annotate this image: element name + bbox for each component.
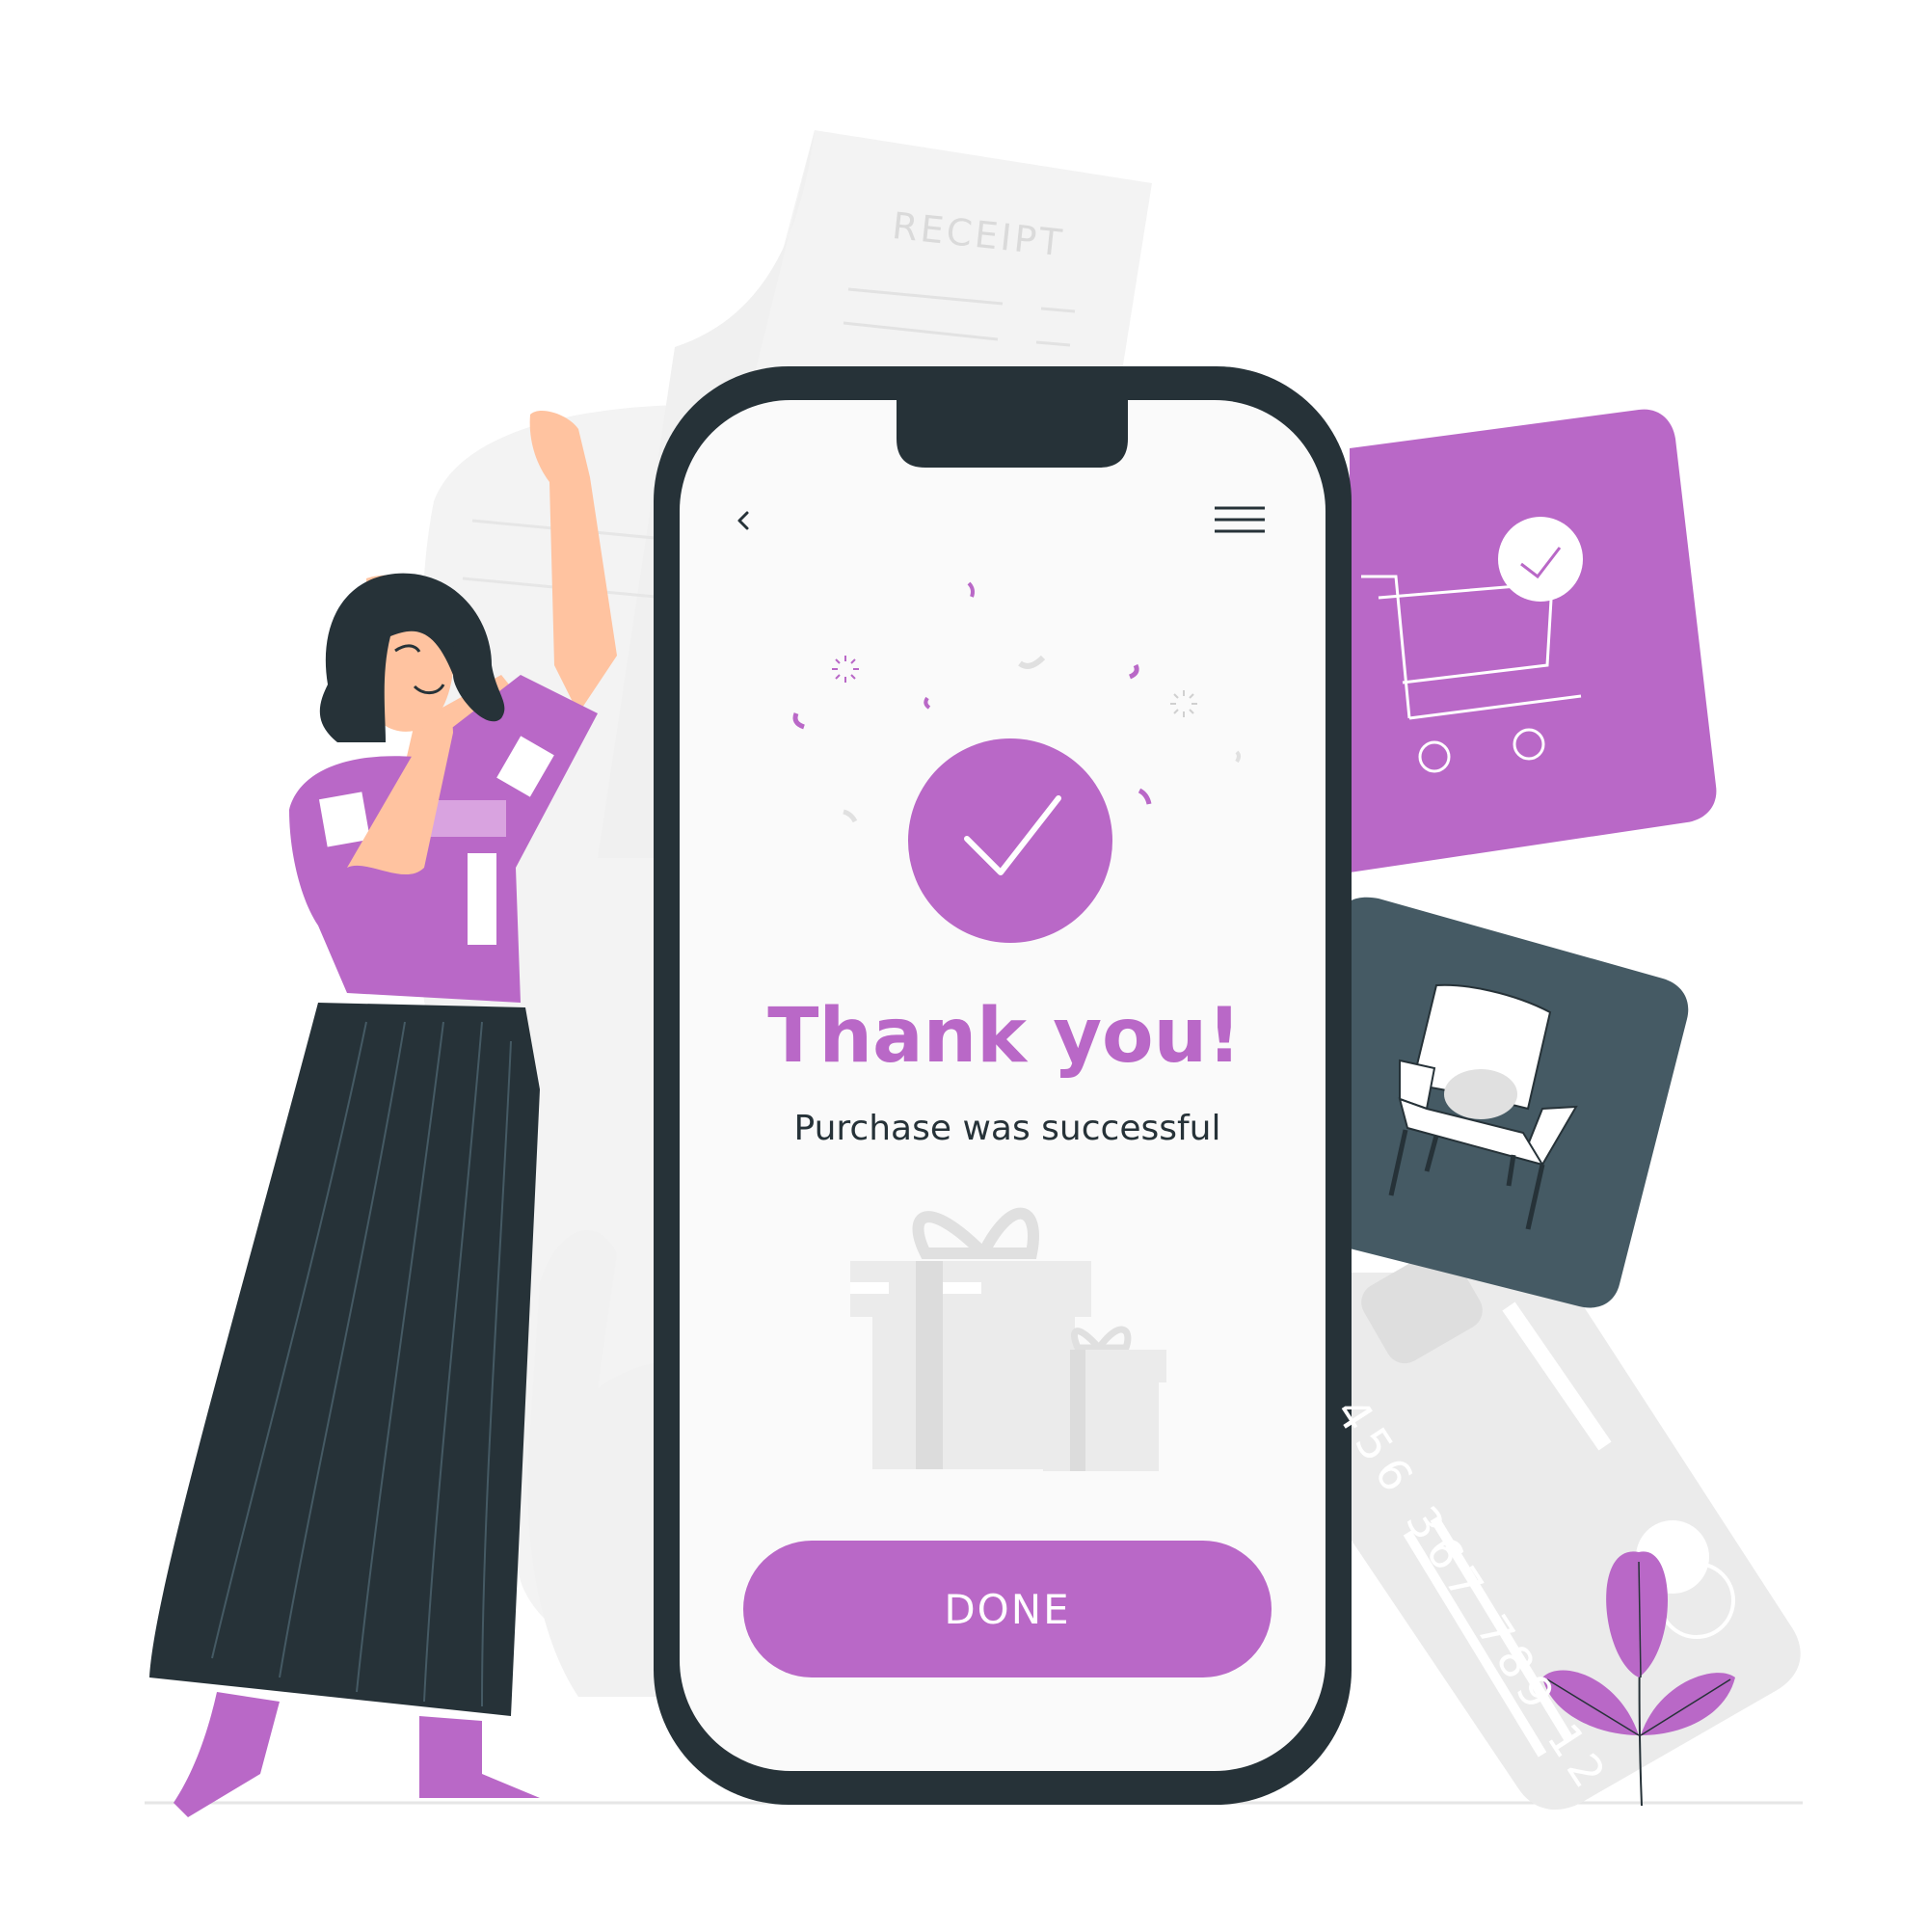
cart-check-badge [1498,517,1583,602]
illustration-scene: RECEIPT 456 367 789 12 Thank you! Purcha… [0,0,1928,1928]
credit-card [1340,1248,1801,1811]
done-button[interactable]: DONE [743,1541,1272,1677]
success-badge [908,738,1112,943]
menu-button[interactable] [1205,496,1274,543]
chair-card [1350,897,1689,1308]
phone-notch [897,390,1128,468]
back-button[interactable] [725,501,763,540]
cart-card [1350,409,1717,872]
